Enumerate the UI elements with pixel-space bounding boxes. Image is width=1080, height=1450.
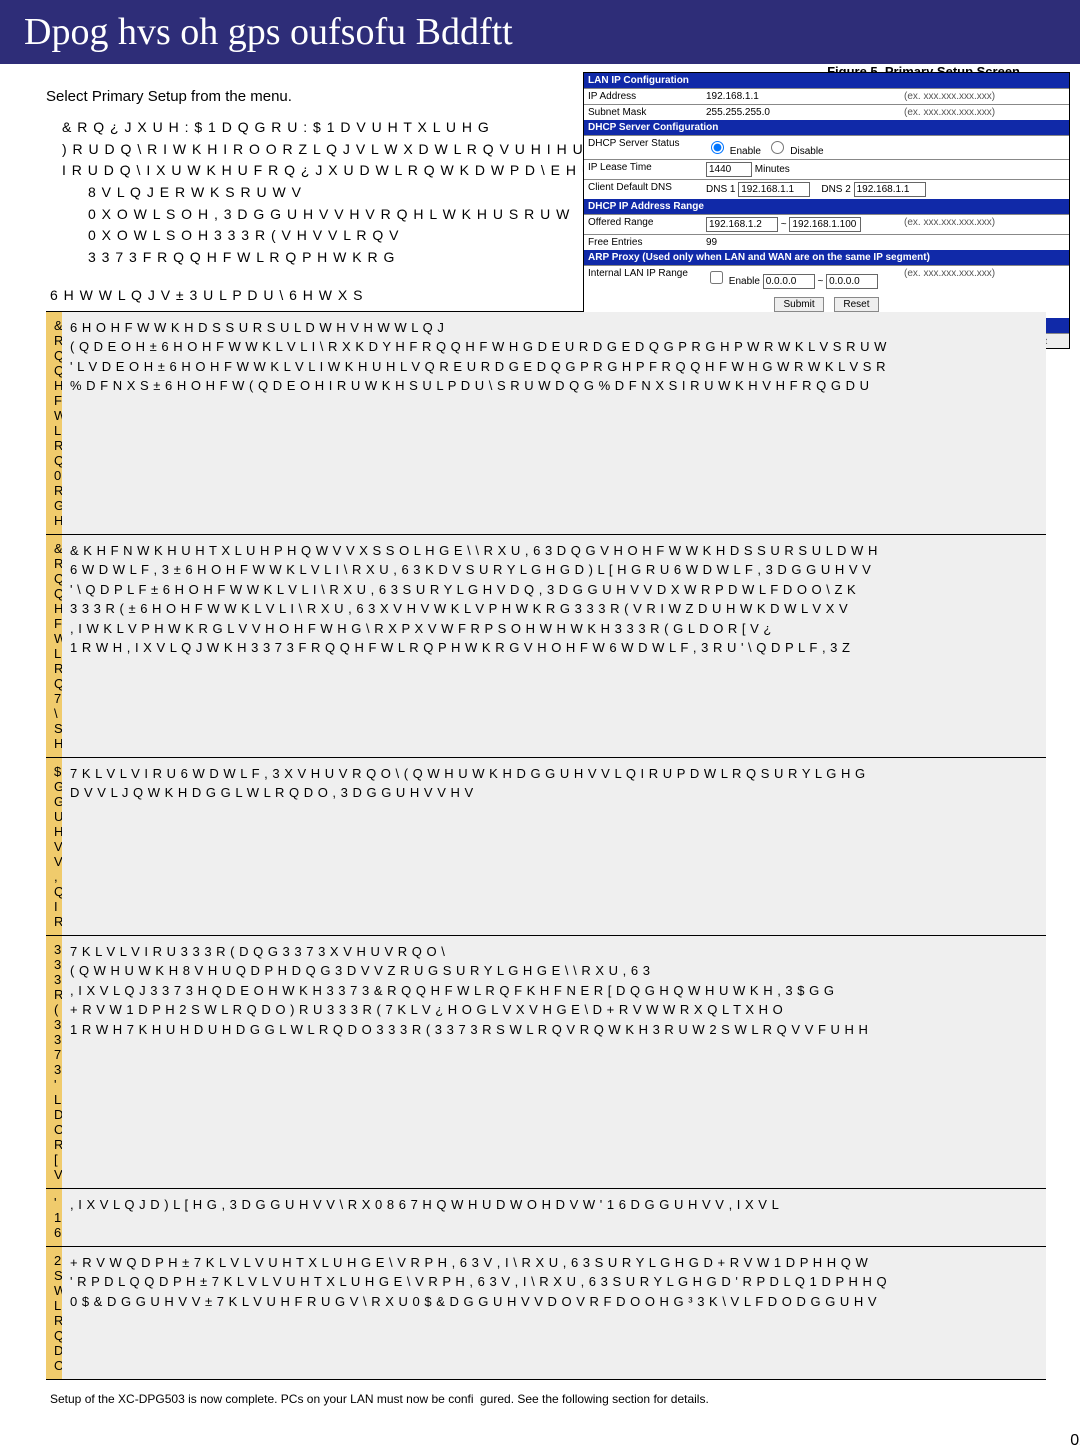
page-number: 02 <box>1070 1432 1080 1450</box>
settings-value: & K H F N W K H U H T X L U H P H Q W V … <box>62 534 1046 757</box>
settings-value: , I X V L Q J D ) L [ H G , 3 D G G U H … <box>62 1188 1046 1246</box>
range1-input[interactable] <box>706 217 778 232</box>
section-bar: ARP Proxy (Used only when LAN and WAN ar… <box>584 250 1069 265</box>
section-bar: LAN IP Configuration <box>584 73 1069 88</box>
hint: (ex. xxx.xxx.xxx.xxx) <box>900 105 1069 120</box>
label-dns: Client Default DNS <box>584 180 702 199</box>
settings-value: 7 K L V L V I R U 3 3 3 R ( D Q G 3 3 7 … <box>62 935 1046 1188</box>
dns-pair: DNS 1 DNS 2 <box>702 180 1069 199</box>
page-title-banner: Dpog hvs oh gps oufsofu Bddftt <box>0 0 1080 64</box>
label-dhcp-status: DHCP Server Status <box>584 136 702 159</box>
value-free: 99 <box>702 235 900 250</box>
settings-value: 7 K L V L V I R U 6 W D W L F , 3 X V H … <box>62 757 1046 935</box>
section-bar: DHCP IP Address Range <box>584 199 1069 214</box>
screenshot-section-arp: ARP Proxy (Used only when LAN and WAN ar… <box>584 250 1069 291</box>
label-free: Free Entries <box>584 235 702 250</box>
hint: (ex. xxx.xxx.xxx.xxx) <box>900 89 1069 104</box>
section-bar: DHCP Server Configuration <box>584 120 1069 135</box>
primary-setup-screenshot: LAN IP Configuration IP Address192.168.1… <box>583 72 1070 349</box>
footer-right: gured. See the following section for det… <box>480 1392 709 1406</box>
label-arp: Internal LAN IP Range <box>584 266 702 291</box>
settings-key: $ G G U H V V , Q I R <box>46 757 62 935</box>
radio-enable-disable[interactable]: Enable Disable <box>702 136 900 159</box>
radio-disable[interactable] <box>771 141 784 154</box>
lease-value: Minutes <box>702 160 900 179</box>
lease-input[interactable] <box>706 162 752 177</box>
hint: (ex. xxx.xxx.xxx.xxx) <box>900 215 1069 234</box>
arp2-input[interactable] <box>826 274 878 289</box>
range-pair: ~ <box>702 215 900 234</box>
settings-key: & R Q Q H F W L R Q 0 R G H <box>46 311 62 534</box>
label-mask: Subnet Mask <box>584 105 702 120</box>
label-range: Offered Range <box>584 215 702 234</box>
range2-input[interactable] <box>789 217 861 232</box>
footer-left: Setup of the XC-DPG503 is now complete. … <box>50 1392 480 1406</box>
dns2-input[interactable] <box>854 182 926 197</box>
dns1-input[interactable] <box>738 182 810 197</box>
value-ip: 192.168.1.1 <box>702 89 900 104</box>
settings-value: + R V W Q D P H ± 7 K L V L V U H T X L … <box>62 1246 1046 1379</box>
label-ip: IP Address <box>584 89 702 104</box>
footer-note: Setup of the XC-DPG503 is now complete. … <box>50 1392 1050 1406</box>
value-mask: 255.255.255.0 <box>702 105 900 120</box>
settings-table: & R Q Q H F W L R Q 0 R G H6 H O H F W W… <box>46 311 1046 1380</box>
screenshot-section-dhcp: DHCP Server Configuration DHCP Server St… <box>584 120 1069 199</box>
submit-button[interactable]: Submit <box>774 297 823 312</box>
arp1-input[interactable] <box>763 274 815 289</box>
reset-button[interactable]: Reset <box>834 297 878 312</box>
screenshot-section-range: DHCP IP Address Range Offered Range ~ (e… <box>584 199 1069 250</box>
label-lease: IP Lease Time <box>584 160 702 179</box>
arp-pair: Enable ~ <box>702 266 900 291</box>
hint: (ex. xxx.xxx.xxx.xxx) <box>900 266 1069 291</box>
arp-enable-checkbox[interactable] <box>710 271 723 284</box>
screenshot-section-lanip: LAN IP Configuration IP Address192.168.1… <box>584 73 1069 120</box>
settings-value: 6 H O H F W W K H D S S U R S U L D W H … <box>62 311 1046 534</box>
settings-key: ' 1 6 <box>46 1188 62 1246</box>
radio-enable[interactable] <box>711 141 724 154</box>
settings-key: & R Q Q H F W L R Q 7 \ S H <box>46 534 62 757</box>
settings-key: 3 3 3 R ( 3 3 7 3 ' L D O R [ V <box>46 935 62 1188</box>
settings-key: 2 S W L R Q D O <box>46 1246 62 1379</box>
